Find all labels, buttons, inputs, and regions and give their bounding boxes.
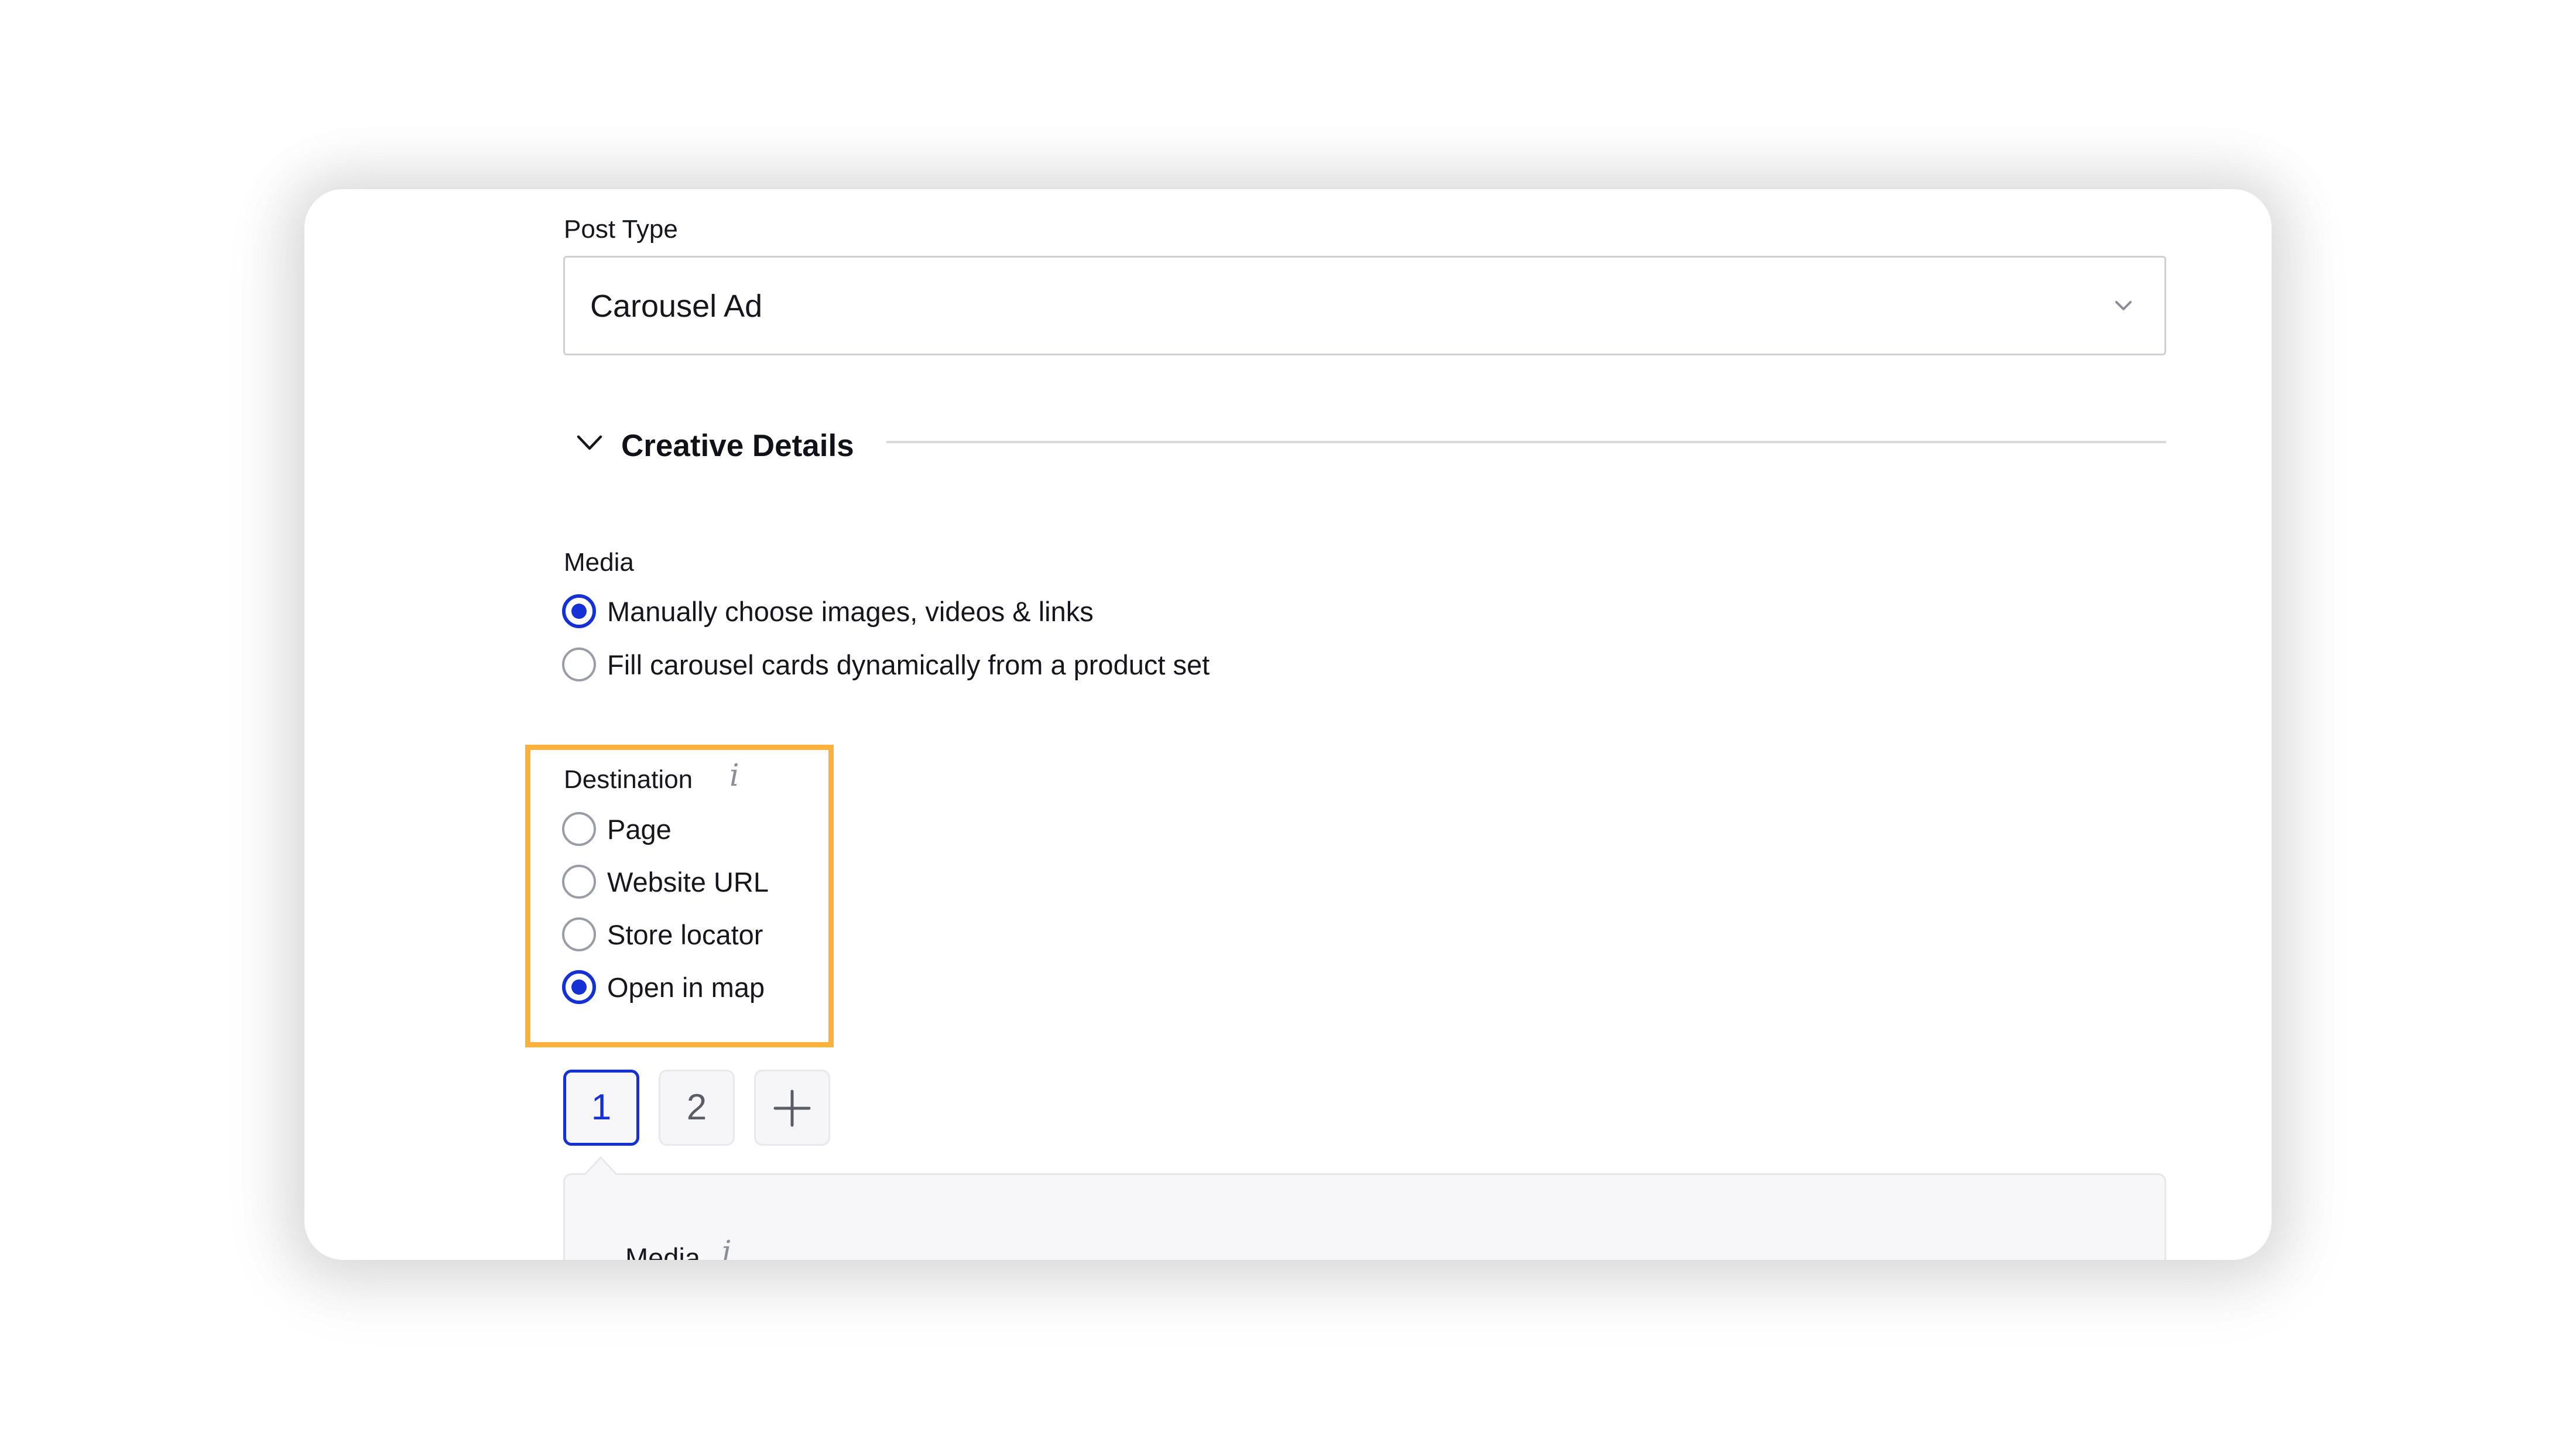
info-icon[interactable]: i — [729, 761, 739, 791]
chevron-down-icon — [2115, 301, 2132, 310]
radio-label: Page — [607, 814, 672, 845]
post-type-label: Post Type — [564, 215, 678, 244]
creative-details-toggle[interactable]: Creative Details — [563, 423, 2166, 464]
section-divider — [886, 441, 2166, 443]
card-pointer-fill — [585, 1159, 616, 1176]
chevron-down-icon — [577, 435, 602, 450]
plus-icon — [773, 1090, 811, 1127]
radio-button[interactable] — [562, 812, 596, 846]
destination-label: Destination — [564, 765, 693, 794]
radio-button[interactable] — [562, 970, 596, 1004]
app-window: Post Type Carousel Ad Creative Details M… — [304, 189, 2272, 1260]
carousel-tab-2[interactable]: 2 — [659, 1070, 735, 1146]
post-type-selected-value: Carousel Ad — [590, 289, 763, 324]
radio-button[interactable] — [562, 865, 596, 899]
media-label: Media — [564, 548, 634, 577]
card-media-label: Media — [625, 1242, 701, 1260]
carousel-card-panel: Media i — [563, 1173, 2166, 1260]
radio-label: Website URL — [607, 866, 769, 898]
info-icon[interactable]: i — [722, 1237, 732, 1260]
radio-label: Store locator — [607, 919, 763, 950]
creative-details-title: Creative Details — [621, 429, 854, 463]
radio-label: Open in map — [607, 972, 765, 1003]
post-type-dropdown[interactable]: Carousel Ad — [563, 256, 2166, 355]
radio-label: Manually choose images, videos & links — [607, 596, 1094, 627]
radio-button[interactable] — [562, 917, 596, 951]
add-card-button[interactable] — [754, 1070, 830, 1146]
radio-button[interactable] — [562, 648, 596, 681]
radio-button[interactable] — [562, 594, 596, 628]
radio-label: Fill carousel cards dynamically from a p… — [607, 649, 1210, 680]
carousel-tab-1[interactable]: 1 — [563, 1070, 639, 1146]
